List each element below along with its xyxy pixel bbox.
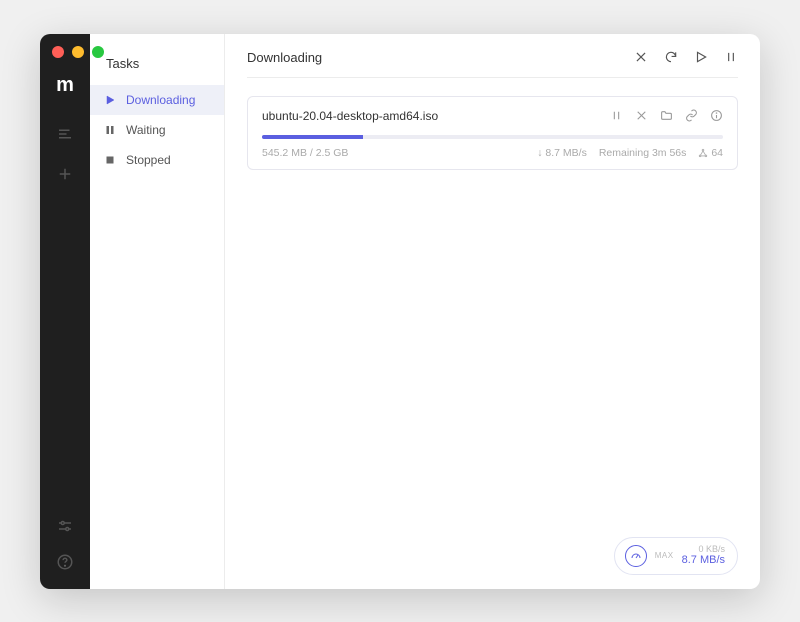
- sidebar: Tasks Downloading Waiting Stopped: [90, 34, 225, 589]
- sidebar-title: Tasks: [90, 50, 224, 85]
- minimize-window-button[interactable]: [72, 46, 84, 58]
- help-icon[interactable]: [56, 553, 74, 571]
- app-logo: m: [56, 74, 74, 97]
- play-icon: [104, 94, 116, 106]
- delete-all-button[interactable]: [634, 50, 648, 64]
- task-link-button[interactable]: [685, 109, 698, 122]
- pause-all-button[interactable]: [724, 50, 738, 64]
- left-rail: m: [40, 34, 90, 589]
- refresh-button[interactable]: [664, 50, 678, 64]
- peers-icon: [698, 148, 708, 158]
- sidebar-item-label: Stopped: [126, 153, 171, 167]
- traffic-lights: [52, 46, 104, 58]
- sidebar-item-stopped[interactable]: Stopped: [90, 145, 224, 175]
- speedometer-icon: [625, 545, 647, 567]
- main-header: Downloading: [247, 50, 738, 78]
- task-actions: [610, 109, 723, 122]
- task-card[interactable]: ubuntu-20.04-desktop-amd64.iso: [247, 96, 738, 170]
- add-task-icon[interactable]: [56, 165, 74, 183]
- resume-all-button[interactable]: [694, 50, 708, 64]
- page-title: Downloading: [247, 50, 322, 65]
- sidebar-item-downloading[interactable]: Downloading: [90, 85, 224, 115]
- task-speed: ↓ 8.7 MB/s: [537, 147, 587, 159]
- tasks-rail-icon[interactable]: [56, 125, 74, 143]
- task-peers: 64: [698, 147, 723, 159]
- task-pause-button[interactable]: [610, 109, 623, 122]
- speed-indicator[interactable]: MAX 0 KB/s 8.7 MB/s: [614, 537, 738, 575]
- task-delete-button[interactable]: [635, 109, 648, 122]
- close-window-button[interactable]: [52, 46, 64, 58]
- header-actions: [634, 50, 738, 64]
- pause-icon: [104, 124, 116, 136]
- task-info-button[interactable]: [710, 109, 723, 122]
- sidebar-item-waiting[interactable]: Waiting: [90, 115, 224, 145]
- stop-icon: [104, 154, 116, 166]
- progress-fill: [262, 135, 363, 139]
- download-speed: 8.7 MB/s: [682, 554, 725, 567]
- app-window: m Tasks Downloading Waiting: [40, 34, 760, 589]
- task-folder-button[interactable]: [660, 109, 673, 122]
- task-meta: 545.2 MB / 2.5 GB ↓ 8.7 MB/s Remaining 3…: [262, 147, 723, 159]
- sidebar-item-label: Waiting: [126, 123, 166, 137]
- task-progress-text: 545.2 MB / 2.5 GB: [262, 147, 348, 159]
- maximize-window-button[interactable]: [92, 46, 104, 58]
- task-remaining: Remaining 3m 56s: [599, 147, 687, 159]
- main-panel: Downloading ubuntu-20.04-desktop-amd64.i…: [225, 34, 760, 589]
- upload-speed: 0 KB/s: [698, 544, 725, 555]
- progress-bar: [262, 135, 723, 139]
- task-filename: ubuntu-20.04-desktop-amd64.iso: [262, 109, 438, 123]
- settings-icon[interactable]: [56, 517, 74, 535]
- speed-max-label: MAX: [655, 551, 674, 560]
- sidebar-item-label: Downloading: [126, 93, 195, 107]
